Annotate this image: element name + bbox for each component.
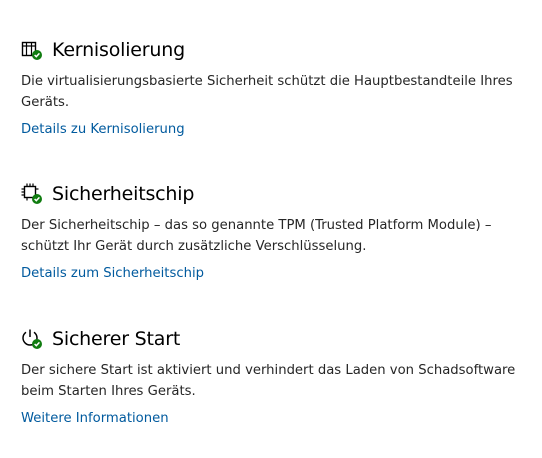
core-isolation-details-link[interactable]: Details zu Kernisolierung: [21, 122, 185, 137]
section-title: Kernisolierung: [52, 39, 185, 61]
security-chip-section: Sicherheitschip Der Sicherheitschip – da…: [21, 180, 531, 281]
core-isolation-section: Kernisolierung Die virtualisierungsbasie…: [21, 36, 531, 137]
secure-boot-header: Sicherer Start: [21, 325, 531, 353]
secure-boot-icon: [21, 328, 43, 350]
core-isolation-icon: [21, 39, 43, 61]
section-title: Sicherheitschip: [52, 183, 195, 205]
section-description: Die virtualisierungsbasierte Sicherheit …: [21, 74, 513, 110]
section-title: Sicherer Start: [52, 328, 181, 350]
security-chip-header: Sicherheitschip: [21, 180, 531, 208]
core-isolation-header: Kernisolierung: [21, 36, 531, 64]
security-chip-details-link[interactable]: Details zum Sicherheitschip: [21, 266, 204, 281]
secure-boot-more-info-link[interactable]: Weitere Informationen: [21, 411, 169, 426]
secure-boot-section: Sicherer Start Der sichere Start ist akt…: [21, 325, 531, 426]
section-description: Der Sicherheitschip – das so genannte TP…: [21, 218, 492, 254]
section-description: Der sichere Start ist aktiviert und verh…: [21, 363, 516, 399]
security-chip-icon: [21, 183, 43, 205]
